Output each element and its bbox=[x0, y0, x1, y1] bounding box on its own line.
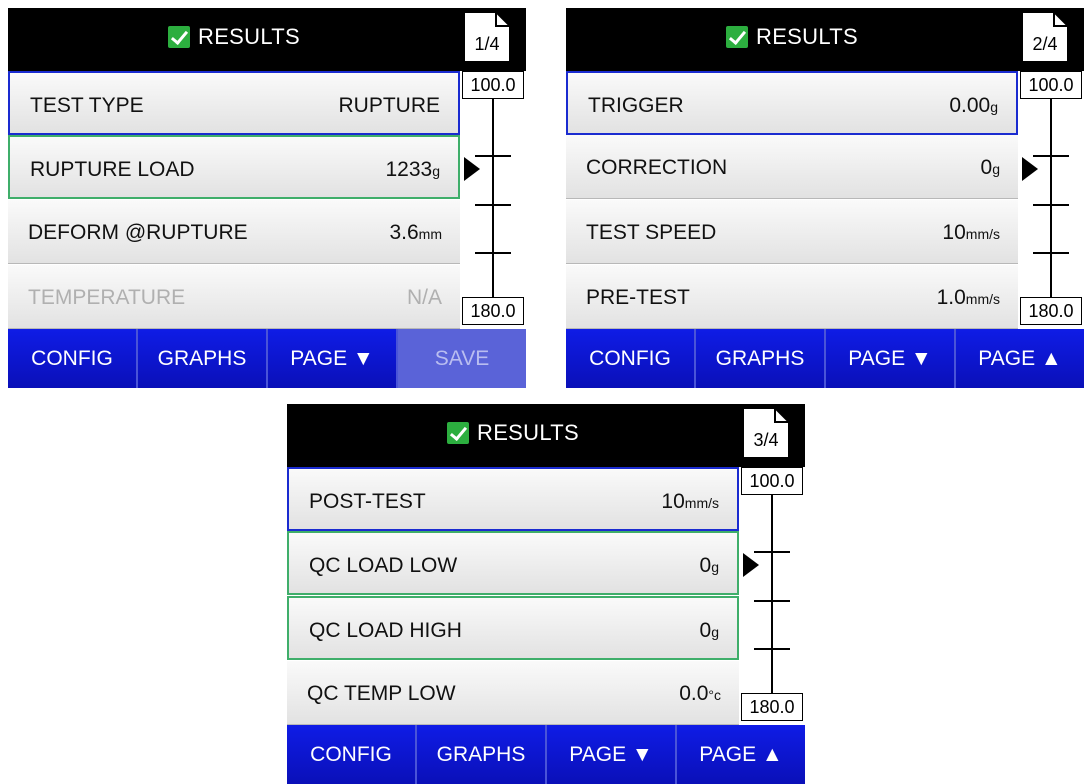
checkmark-icon bbox=[726, 26, 749, 48]
result-row-temperature: TEMPERATURE N/A bbox=[8, 265, 460, 329]
page-up-button[interactable]: PAGE ▲ bbox=[956, 329, 1084, 388]
result-row-pre-test[interactable]: PRE-TEST 1.0mm/s bbox=[566, 265, 1018, 329]
result-row-rupture-load[interactable]: RUPTURE LOAD 1233g bbox=[8, 135, 460, 199]
scale-pointer-icon bbox=[1022, 157, 1038, 181]
result-row-test-type[interactable]: TEST TYPE RUPTURE bbox=[8, 71, 460, 135]
row-label: TEST TYPE bbox=[30, 94, 144, 117]
config-button[interactable]: CONFIG bbox=[8, 329, 138, 388]
result-row-test-speed[interactable]: TEST SPEED 10mm/s bbox=[566, 200, 1018, 264]
scale-top-value: 100.0 bbox=[1020, 71, 1082, 99]
result-row-qc-load-high[interactable]: QC LOAD HIGH 0g bbox=[287, 596, 739, 660]
row-label: CORRECTION bbox=[586, 156, 728, 179]
scale-tick bbox=[475, 252, 511, 254]
graphs-button[interactable]: GRAPHS bbox=[138, 329, 268, 388]
row-value: RUPTURE bbox=[338, 94, 440, 117]
scroll-scale[interactable]: 100.0 180.0 bbox=[1018, 71, 1084, 329]
row-label: TEST SPEED bbox=[586, 221, 717, 244]
page-indicator: 3/4 bbox=[741, 406, 791, 460]
header-title: RESULTS bbox=[198, 24, 300, 49]
scale-top-value: 100.0 bbox=[462, 71, 524, 99]
scale-bottom-value: 180.0 bbox=[462, 297, 524, 325]
row-label: QC LOAD HIGH bbox=[309, 619, 462, 642]
scale-tick bbox=[754, 551, 790, 553]
row-value: 1233g bbox=[385, 158, 440, 181]
save-button[interactable]: SAVE bbox=[398, 329, 526, 388]
results-panel-1: RESULTS 1/4 TEST TYPE RUPTURE RUPTURE LO… bbox=[8, 8, 526, 388]
footer-buttons: CONFIG GRAPHS PAGE ▼ PAGE ▲ bbox=[287, 725, 805, 784]
footer-buttons: CONFIG GRAPHS PAGE ▼ SAVE bbox=[8, 329, 526, 388]
row-label: PRE-TEST bbox=[586, 286, 690, 309]
result-row-qc-load-low[interactable]: QC LOAD LOW 0g bbox=[287, 531, 739, 595]
row-value: 10mm/s bbox=[942, 221, 1000, 244]
header-title: RESULTS bbox=[477, 420, 579, 445]
checkmark-icon bbox=[168, 26, 191, 48]
row-label: TEMPERATURE bbox=[28, 286, 186, 309]
header-bar: RESULTS 2/4 bbox=[566, 8, 1084, 71]
page-down-button[interactable]: PAGE ▼ bbox=[547, 725, 677, 784]
scale-bottom-value: 180.0 bbox=[741, 693, 803, 721]
row-value: 1.0mm/s bbox=[936, 286, 1000, 309]
row-value: 0.00g bbox=[949, 94, 998, 117]
graphs-button[interactable]: GRAPHS bbox=[696, 329, 826, 388]
result-row-post-test[interactable]: POST-TEST 10mm/s bbox=[287, 467, 739, 531]
row-label: TRIGGER bbox=[588, 94, 684, 117]
row-value: 0.0°c bbox=[679, 682, 721, 705]
scale-tick bbox=[1033, 252, 1069, 254]
row-label: QC TEMP LOW bbox=[307, 682, 456, 705]
row-label: DEFORM @RUPTURE bbox=[28, 221, 248, 244]
results-panel-2: RESULTS 2/4 TRIGGER 0.00g CORRECTION 0g … bbox=[566, 8, 1084, 388]
header-title: RESULTS bbox=[756, 24, 858, 49]
scale-line bbox=[771, 495, 773, 693]
scale-bottom-value: 180.0 bbox=[1020, 297, 1082, 325]
header-bar: RESULTS 3/4 bbox=[287, 404, 805, 467]
page-number: 3/4 bbox=[753, 430, 779, 450]
scale-tick bbox=[1033, 155, 1069, 157]
row-value: 0g bbox=[699, 554, 719, 577]
result-row-deform-rupture[interactable]: DEFORM @RUPTURE 3.6mm bbox=[8, 200, 460, 264]
row-label: RUPTURE LOAD bbox=[30, 158, 195, 181]
config-button[interactable]: CONFIG bbox=[287, 725, 417, 784]
scroll-scale[interactable]: 100.0 180.0 bbox=[460, 71, 526, 329]
result-row-correction[interactable]: CORRECTION 0g bbox=[566, 135, 1018, 199]
page-number: 1/4 bbox=[474, 34, 500, 54]
scale-pointer-icon bbox=[743, 553, 759, 577]
result-row-qc-temp-low[interactable]: QC TEMP LOW 0.0°c bbox=[287, 661, 739, 725]
scale-tick bbox=[1033, 204, 1069, 206]
row-value: 10mm/s bbox=[661, 490, 719, 513]
page-indicator: 1/4 bbox=[462, 10, 512, 64]
page-number: 2/4 bbox=[1032, 34, 1058, 54]
row-label: POST-TEST bbox=[309, 490, 426, 513]
row-label: QC LOAD LOW bbox=[309, 554, 458, 577]
header-bar: RESULTS 1/4 bbox=[8, 8, 526, 71]
row-value: 3.6mm bbox=[389, 221, 442, 244]
result-row-trigger[interactable]: TRIGGER 0.00g bbox=[566, 71, 1018, 135]
scale-tick bbox=[475, 204, 511, 206]
scale-line bbox=[1050, 99, 1052, 297]
scale-line bbox=[492, 99, 494, 297]
row-value: N/A bbox=[406, 286, 442, 309]
checkmark-icon bbox=[447, 422, 470, 444]
results-panel-3: RESULTS 3/4 POST-TEST 10mm/s QC LOAD LOW… bbox=[287, 404, 805, 784]
row-value: 0g bbox=[699, 619, 719, 642]
row-value: 0g bbox=[980, 156, 1000, 179]
footer-buttons: CONFIG GRAPHS PAGE ▼ PAGE ▲ bbox=[566, 329, 1084, 388]
page-up-button[interactable]: PAGE ▲ bbox=[677, 725, 805, 784]
scale-tick bbox=[754, 648, 790, 650]
graphs-button[interactable]: GRAPHS bbox=[417, 725, 547, 784]
config-button[interactable]: CONFIG bbox=[566, 329, 696, 388]
page-down-button[interactable]: PAGE ▼ bbox=[826, 329, 956, 388]
page-down-button[interactable]: PAGE ▼ bbox=[268, 329, 398, 388]
scale-tick bbox=[475, 155, 511, 157]
page-indicator: 2/4 bbox=[1020, 10, 1070, 64]
scale-tick bbox=[754, 600, 790, 602]
scroll-scale[interactable]: 100.0 180.0 bbox=[739, 467, 805, 725]
scale-pointer-icon bbox=[464, 157, 480, 181]
scale-top-value: 100.0 bbox=[741, 467, 803, 495]
